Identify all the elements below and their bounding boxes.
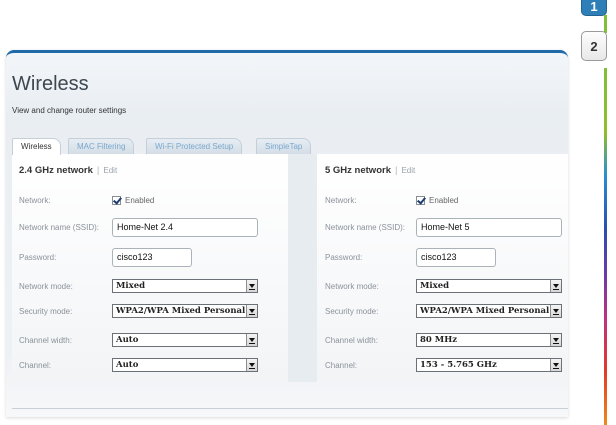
band-5-heading: 5 GHz network | Edit [325, 165, 416, 176]
chevron-down-icon [246, 280, 257, 292]
tab-wireless[interactable]: Wireless [12, 138, 61, 155]
chevron-down-icon [246, 334, 257, 346]
band-24-edit-link[interactable]: Edit [103, 166, 117, 175]
chevron-down-icon [550, 334, 561, 346]
ssid-label: Network name (SSID): [19, 223, 100, 232]
channel-width-label: Channel width: [325, 336, 378, 345]
network-mode-value: Mixed [420, 281, 450, 291]
tab-simpletap[interactable]: SimpleTap [256, 138, 312, 154]
channel-width-value: Auto [116, 335, 139, 345]
password-input[interactable]: cisco123 [112, 248, 192, 267]
network-enabled-checkbox[interactable] [112, 196, 121, 205]
chevron-down-icon [246, 359, 257, 371]
channel-width-value: 80 MHz [420, 335, 458, 345]
channel-select[interactable]: Auto [112, 358, 258, 372]
network-mode-value: Mixed [116, 281, 146, 291]
band-24-heading: 2.4 GHz network | Edit [19, 165, 118, 176]
chevron-down-icon [246, 305, 257, 317]
page-title: Wireless [12, 73, 89, 95]
progress-rainbow-line [604, 68, 607, 425]
channel-value: 153 - 5.765 GHz [420, 360, 497, 370]
band-5-section: 5 GHz network | Edit Network: Enabled Netw… [317, 154, 568, 382]
network-enabled-checkbox[interactable] [416, 196, 425, 205]
network-mode-label: Network mode: [325, 282, 379, 291]
band-5-title: 5 GHz network [325, 165, 391, 176]
security-mode-value: WPA2/WPA Mixed Personal [420, 306, 550, 316]
network-label: Network: [325, 196, 357, 205]
ssid-input[interactable]: Home-Net 2.4 [112, 218, 258, 237]
tab-bar: Wireless MAC Filtering Wi-Fi Protected S… [12, 138, 568, 155]
network-mode-label: Network mode: [19, 282, 73, 291]
channel-label: Channel: [19, 361, 52, 370]
page-subtitle: View and change router settings [12, 106, 127, 115]
tab-mac-filtering[interactable]: MAC Filtering [68, 138, 135, 154]
channel-width-select[interactable]: Auto [112, 333, 258, 347]
channel-select[interactable]: 153 - 5.765 GHz [416, 358, 562, 372]
ssid-input[interactable]: Home-Net 5 [416, 218, 562, 237]
channel-value: Auto [116, 360, 139, 370]
security-mode-label: Security mode: [325, 307, 379, 316]
step-indicator-line [604, 15, 607, 33]
chevron-down-icon [550, 359, 561, 371]
step-tab-1[interactable]: 1 [581, 0, 607, 16]
network-mode-select[interactable]: Mixed [112, 279, 258, 293]
channel-label: Channel: [325, 361, 358, 370]
channel-width-select[interactable]: 80 MHz [416, 333, 562, 347]
band-24-section: 2.4 GHz network | Edit Network: Enabled Ne… [12, 154, 288, 382]
chevron-down-icon [550, 305, 561, 317]
band-5-edit-link[interactable]: Edit [401, 166, 415, 175]
network-enabled-label: Enabled [429, 196, 459, 205]
tab-wifi-protected-setup[interactable]: Wi-Fi Protected Setup [146, 138, 243, 154]
security-mode-select[interactable]: WPA2/WPA Mixed Personal [112, 304, 258, 318]
footer-divider [12, 408, 568, 409]
settings-content: 2.4 GHz network | Edit Network: Enabled Ne… [12, 154, 568, 382]
network-label: Network: [19, 196, 51, 205]
password-input[interactable]: cisco123 [416, 248, 496, 267]
network-mode-select[interactable]: Mixed [416, 279, 562, 293]
ssid-label: Network name (SSID): [325, 223, 406, 232]
channel-width-label: Channel width: [19, 336, 72, 345]
step-tab-2[interactable]: 2 [581, 31, 607, 61]
chevron-down-icon [550, 280, 561, 292]
password-label: Password: [19, 253, 57, 262]
security-mode-value: WPA2/WPA Mixed Personal [116, 306, 246, 316]
band-24-title: 2.4 GHz network [19, 165, 93, 176]
security-mode-select[interactable]: WPA2/WPA Mixed Personal [416, 304, 562, 318]
security-mode-label: Security mode: [19, 307, 73, 316]
network-enabled-label: Enabled [125, 196, 155, 205]
wireless-panel: Wireless View and change router settings… [6, 50, 568, 417]
password-label: Password: [325, 253, 363, 262]
